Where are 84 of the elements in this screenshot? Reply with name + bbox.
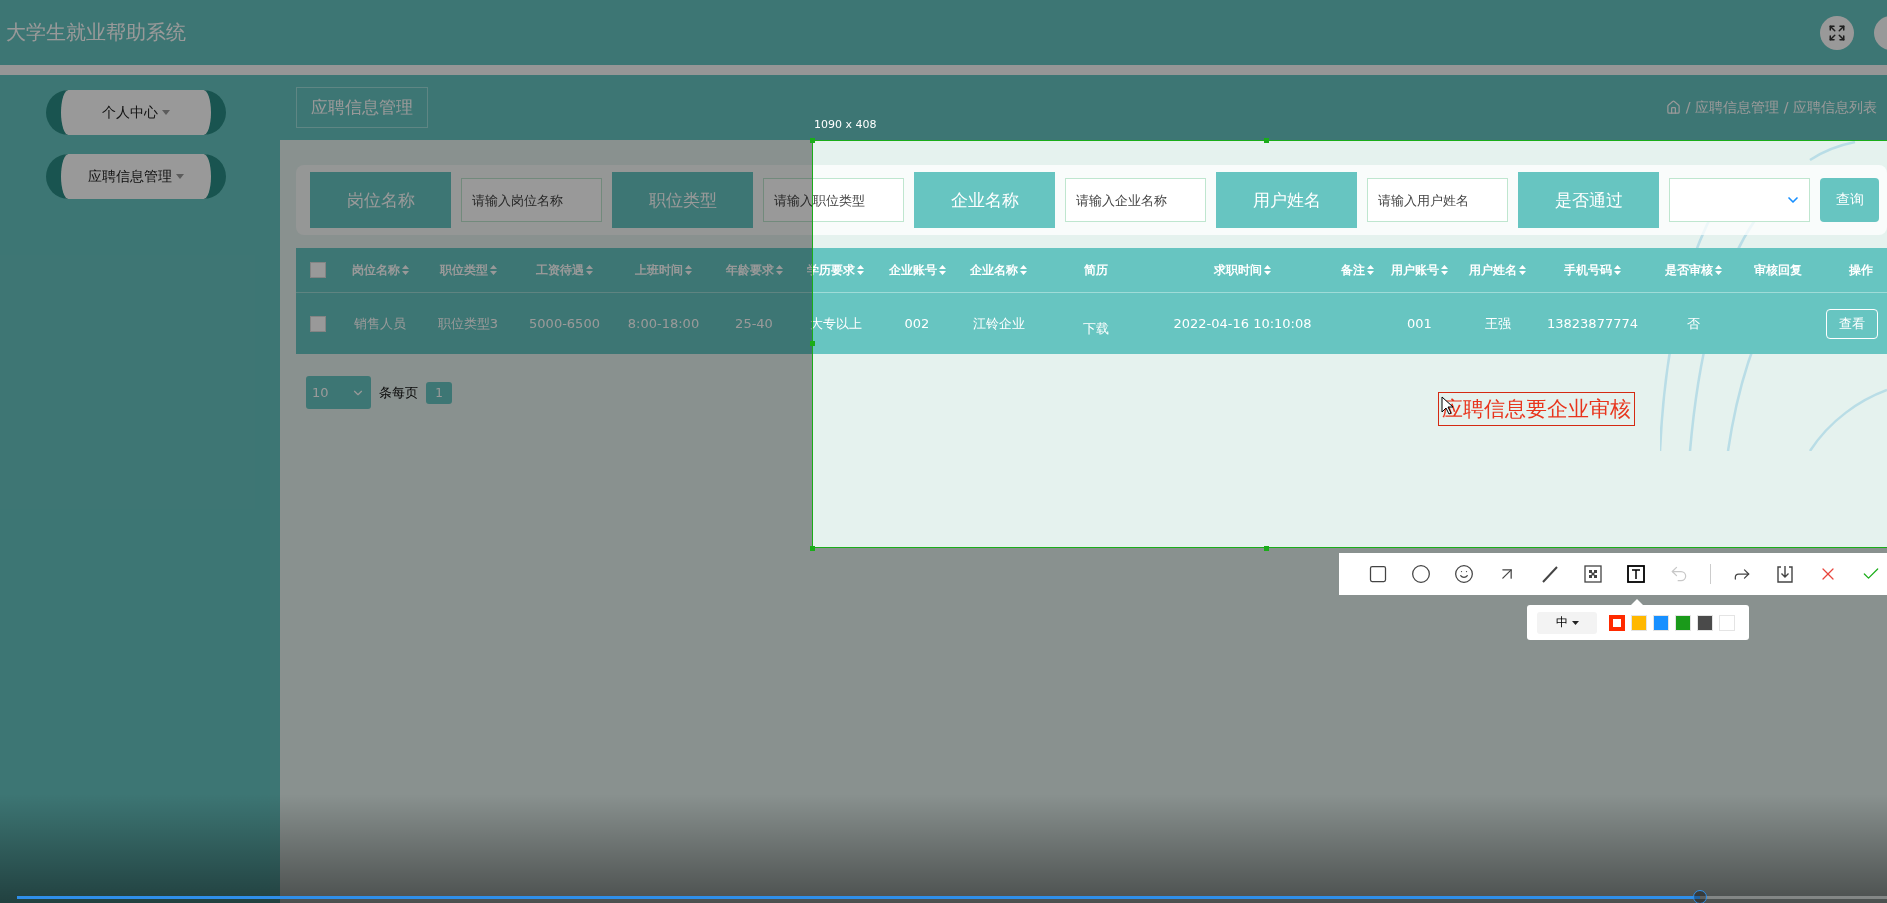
- expand-icon: [1828, 23, 1846, 42]
- table-cell-text: 王强: [1483, 314, 1512, 333]
- table-cell-text: 001: [1406, 316, 1433, 331]
- sort-icon: [857, 265, 864, 275]
- selection-size-label: 1090 x 408: [814, 118, 877, 131]
- download-link[interactable]: 下载: [1039, 309, 1152, 338]
- page-tag[interactable]: 应聘信息管理: [296, 87, 428, 128]
- query-button[interactable]: 查询: [1820, 178, 1879, 222]
- text-tool-icon[interactable]: [1624, 562, 1648, 586]
- select-field[interactable]: [1669, 178, 1810, 222]
- column-header[interactable]: 用户账号: [1381, 261, 1458, 279]
- column-header: 审核回复: [1752, 261, 1803, 279]
- column-header[interactable]: 用户姓名: [1458, 261, 1537, 279]
- field-label: 用户姓名: [1216, 172, 1357, 228]
- sort-icon: [1366, 265, 1374, 275]
- ellipse-tool-icon[interactable]: [1409, 562, 1433, 586]
- table-cell-text: 职位类型3: [436, 314, 500, 333]
- column-header: 简历: [1082, 261, 1109, 279]
- column-header[interactable]: 企业账号: [876, 261, 958, 279]
- per-page-label: 条每页: [379, 383, 418, 402]
- field-label: 职位类型: [612, 172, 753, 228]
- sort-icon: [1715, 265, 1722, 275]
- sort-icon: [1614, 265, 1621, 275]
- sort-icon: [1519, 265, 1526, 275]
- sidebar-item[interactable]: 个人中心: [46, 90, 226, 135]
- sort-icon: [489, 265, 497, 275]
- column-header[interactable]: 企业名称: [958, 261, 1039, 279]
- fullscreen-button[interactable]: [1820, 15, 1854, 50]
- app-title: 大学生就业帮助系统: [6, 19, 187, 46]
- table-cell-text: 否: [1686, 314, 1701, 333]
- column-header[interactable]: 岗位名称: [339, 261, 421, 279]
- color-swatch[interactable]: [1609, 614, 1625, 631]
- sort-icon: [1020, 265, 1027, 275]
- font-size-select[interactable]: 中: [1537, 611, 1597, 634]
- search-field[interactable]: 请输入企业名称: [1065, 178, 1206, 222]
- field-label: 岗位名称: [310, 172, 451, 228]
- caret-icon: [1571, 620, 1579, 625]
- breadcrumb-item[interactable]: / 应聘信息管理: [1685, 98, 1779, 117]
- search-field[interactable]: 请输入岗位名称: [461, 178, 602, 222]
- table-cell-text: 江铃企业: [971, 314, 1026, 333]
- sort-icon: [775, 265, 783, 275]
- column-header: 操作: [1847, 261, 1874, 279]
- column-header[interactable]: 是否审核: [1648, 261, 1739, 279]
- table-cell-text: 5000-6500: [528, 316, 601, 331]
- home-icon[interactable]: [1665, 100, 1681, 115]
- caret-icon: [162, 110, 170, 115]
- caret-icon: [176, 174, 184, 179]
- column-header[interactable]: 年龄要求: [713, 261, 795, 279]
- resize-handle[interactable]: [810, 546, 815, 551]
- sort-icon: [685, 265, 692, 275]
- progress-thumb[interactable]: [1693, 890, 1707, 903]
- sort-icon: [1264, 265, 1271, 275]
- emoji-tool-icon[interactable]: [1452, 562, 1476, 586]
- sort-icon: [401, 265, 409, 275]
- column-header[interactable]: 手机号码: [1537, 261, 1648, 279]
- mosaic-tool-icon[interactable]: [1581, 562, 1605, 586]
- table-cell-text: 002: [903, 316, 931, 331]
- page-button[interactable]: 1: [426, 381, 452, 404]
- field-label: 是否通过: [1518, 172, 1659, 228]
- column-header[interactable]: 备注: [1333, 261, 1381, 279]
- sidebar-item[interactable]: 应聘信息管理: [46, 154, 226, 199]
- table-cell-text: 8:00-18:00: [626, 316, 701, 331]
- column-header[interactable]: 求职时间: [1152, 261, 1333, 279]
- field-label: 企业名称: [914, 172, 1055, 228]
- column-header[interactable]: 职位类型: [421, 261, 515, 279]
- table-cell-text: 13823877774: [1546, 316, 1639, 331]
- table-cell-text: 销售人员: [353, 314, 407, 333]
- resize-handle[interactable]: [810, 138, 815, 143]
- sort-icon: [938, 265, 946, 275]
- checkbox[interactable]: [309, 262, 326, 278]
- column-header[interactable]: 工资待遇: [515, 261, 614, 279]
- resize-handle[interactable]: [1264, 138, 1269, 143]
- sort-icon: [586, 265, 593, 275]
- breadcrumb-item[interactable]: / 应聘信息列表: [1783, 98, 1877, 117]
- checkbox[interactable]: [309, 315, 326, 332]
- sort-icon: [1441, 265, 1448, 275]
- page-size-select[interactable]: 10: [306, 376, 371, 409]
- column-header[interactable]: 上班时间: [614, 261, 713, 279]
- view-button[interactable]: 查看: [1826, 308, 1878, 339]
- table-cell-text: 25-40: [734, 316, 774, 331]
- resize-handle[interactable]: [810, 341, 815, 346]
- search-field[interactable]: 请输入用户姓名: [1367, 178, 1508, 222]
- table-cell-text: 2022-04-16 10:10:08: [1172, 316, 1313, 331]
- resize-handle[interactable]: [1264, 546, 1269, 551]
